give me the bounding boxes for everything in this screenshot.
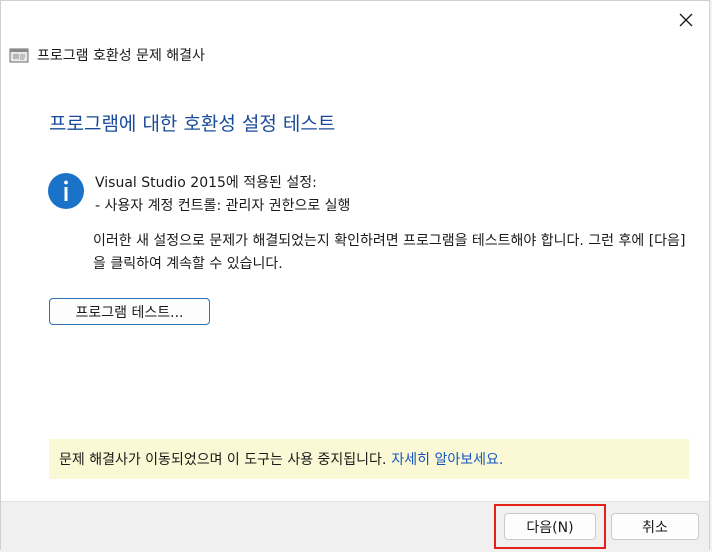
learn-more-link[interactable]: 자세히 알아보세요. — [391, 449, 503, 469]
settings-info: Visual Studio 2015에 적용된 설정: - 사용자 계정 컨트롤… — [47, 172, 350, 218]
window-header: 프로그램 호환성 문제 해결사 — [9, 45, 205, 65]
page-heading: 프로그램에 대한 호환성 설정 테스트 — [49, 113, 336, 135]
app-window-icon — [9, 48, 29, 63]
instruction-text: 이러한 새 설정으로 문제가 해결되었는지 확인하려면 프로그램을 테스트해야 … — [93, 233, 686, 272]
next-button[interactable]: 다음(N) — [504, 513, 596, 540]
close-button[interactable] — [671, 7, 701, 33]
close-icon — [679, 13, 693, 27]
troubleshooter-window: 프로그램 호환성 문제 해결사 프로그램에 대한 호환성 설정 테스트 Visu… — [0, 0, 710, 552]
test-program-button[interactable]: 프로그램 테스트... — [49, 298, 210, 325]
applied-setting-item: - 사용자 계정 컨트롤: 관리자 권한으로 실행 — [95, 198, 351, 214]
info-icon — [48, 173, 84, 209]
cancel-button[interactable]: 취소 — [611, 513, 699, 540]
deprecation-notice: 문제 해결사가 이동되었으며 이 도구는 사용 중지됩니다. 자세히 알아보세요… — [49, 439, 689, 479]
notice-text: 문제 해결사가 이동되었으며 이 도구는 사용 중지됩니다. — [59, 452, 387, 468]
applied-settings-label: Visual Studio 2015에 적용된 설정: — [95, 175, 317, 191]
window-title: 프로그램 호환성 문제 해결사 — [37, 48, 205, 64]
